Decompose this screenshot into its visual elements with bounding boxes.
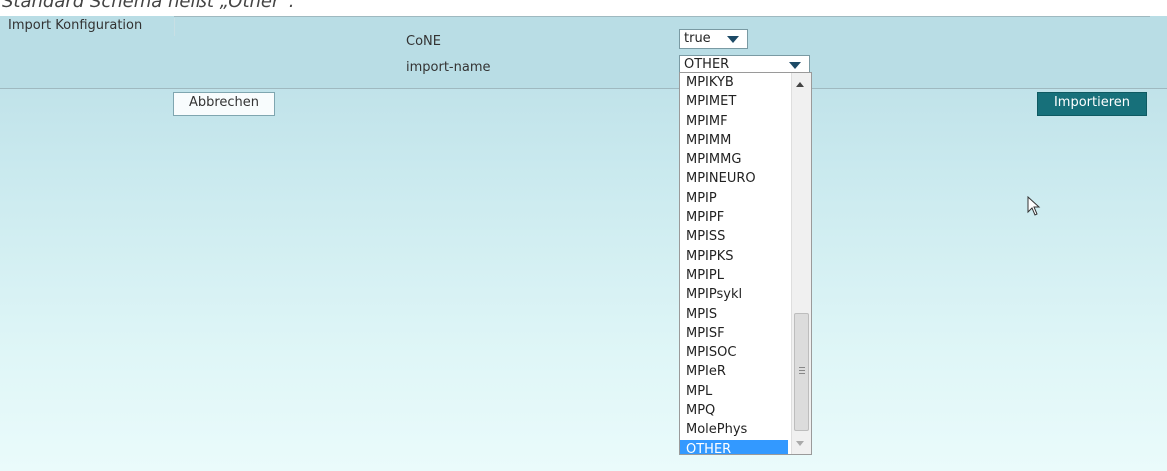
dropdown-option[interactable]: MPISS	[680, 227, 788, 246]
page-caption: Standard Schema heißt „Other“.	[2, 0, 295, 12]
grip-line	[799, 373, 805, 374]
section-divider	[174, 18, 175, 36]
grip-line	[799, 367, 805, 368]
panel-bottom-border	[0, 88, 1167, 89]
dropdown-option[interactable]: MPL	[680, 382, 788, 401]
dropdown-option[interactable]: MPIP	[680, 189, 788, 208]
mouse-pointer-icon	[1027, 196, 1041, 216]
import-name-label: import-name	[406, 60, 491, 75]
dropdown-scrollbar[interactable]	[791, 73, 811, 454]
dropdown-option[interactable]: MPIPsykl	[680, 285, 788, 304]
scroll-down-arrow-icon[interactable]	[796, 441, 804, 446]
import-name-select-value: OTHER	[684, 57, 730, 72]
dropdown-option[interactable]: MPIPF	[680, 208, 788, 227]
section-label: Import Konfiguration	[8, 18, 143, 33]
dropdown-option[interactable]: MPIeR	[680, 362, 788, 381]
cone-label: CoNE	[406, 34, 441, 49]
dropdown-option[interactable]: OTHER	[680, 439, 788, 454]
dropdown-option[interactable]: MPIMET	[680, 92, 788, 111]
dropdown-option[interactable]: MPISF	[680, 324, 788, 343]
scroll-up-arrow-icon[interactable]	[796, 82, 804, 87]
panel-top-border	[174, 16, 1150, 17]
import-button[interactable]: Importieren	[1037, 92, 1147, 116]
dropdown-option[interactable]: MPIMF	[680, 112, 788, 131]
dropdown-option[interactable]: MolePhys	[680, 420, 788, 439]
cancel-button[interactable]: Abbrechen	[173, 92, 275, 116]
chevron-down-icon	[727, 36, 739, 43]
import-name-dropdown-list[interactable]: MPIKYB MPIMET MPIMF MPIMM MPIMMG MPINEURO MPIP…	[679, 72, 812, 455]
chevron-down-icon	[789, 62, 801, 69]
dropdown-option[interactable]: MPISOC	[680, 343, 788, 362]
dropdown-option[interactable]: MPIPL	[680, 266, 788, 285]
grip-line	[799, 370, 805, 371]
cone-select-value: true	[684, 31, 711, 46]
dropdown-option[interactable]: MPIPKS	[680, 247, 788, 266]
dropdown-option[interactable]: MPINEURO	[680, 169, 788, 188]
import-config-panel	[0, 16, 1167, 88]
dropdown-option[interactable]: MPIMM	[680, 131, 788, 150]
dropdown-option[interactable]: MPIKYB	[680, 73, 788, 92]
dropdown-option[interactable]: MPIS	[680, 305, 788, 324]
cone-select[interactable]: true	[679, 29, 748, 49]
dropdown-option[interactable]: MPIMMG	[680, 150, 788, 169]
dropdown-option[interactable]: MPQ	[680, 401, 788, 420]
scroll-thumb[interactable]	[794, 313, 809, 431]
